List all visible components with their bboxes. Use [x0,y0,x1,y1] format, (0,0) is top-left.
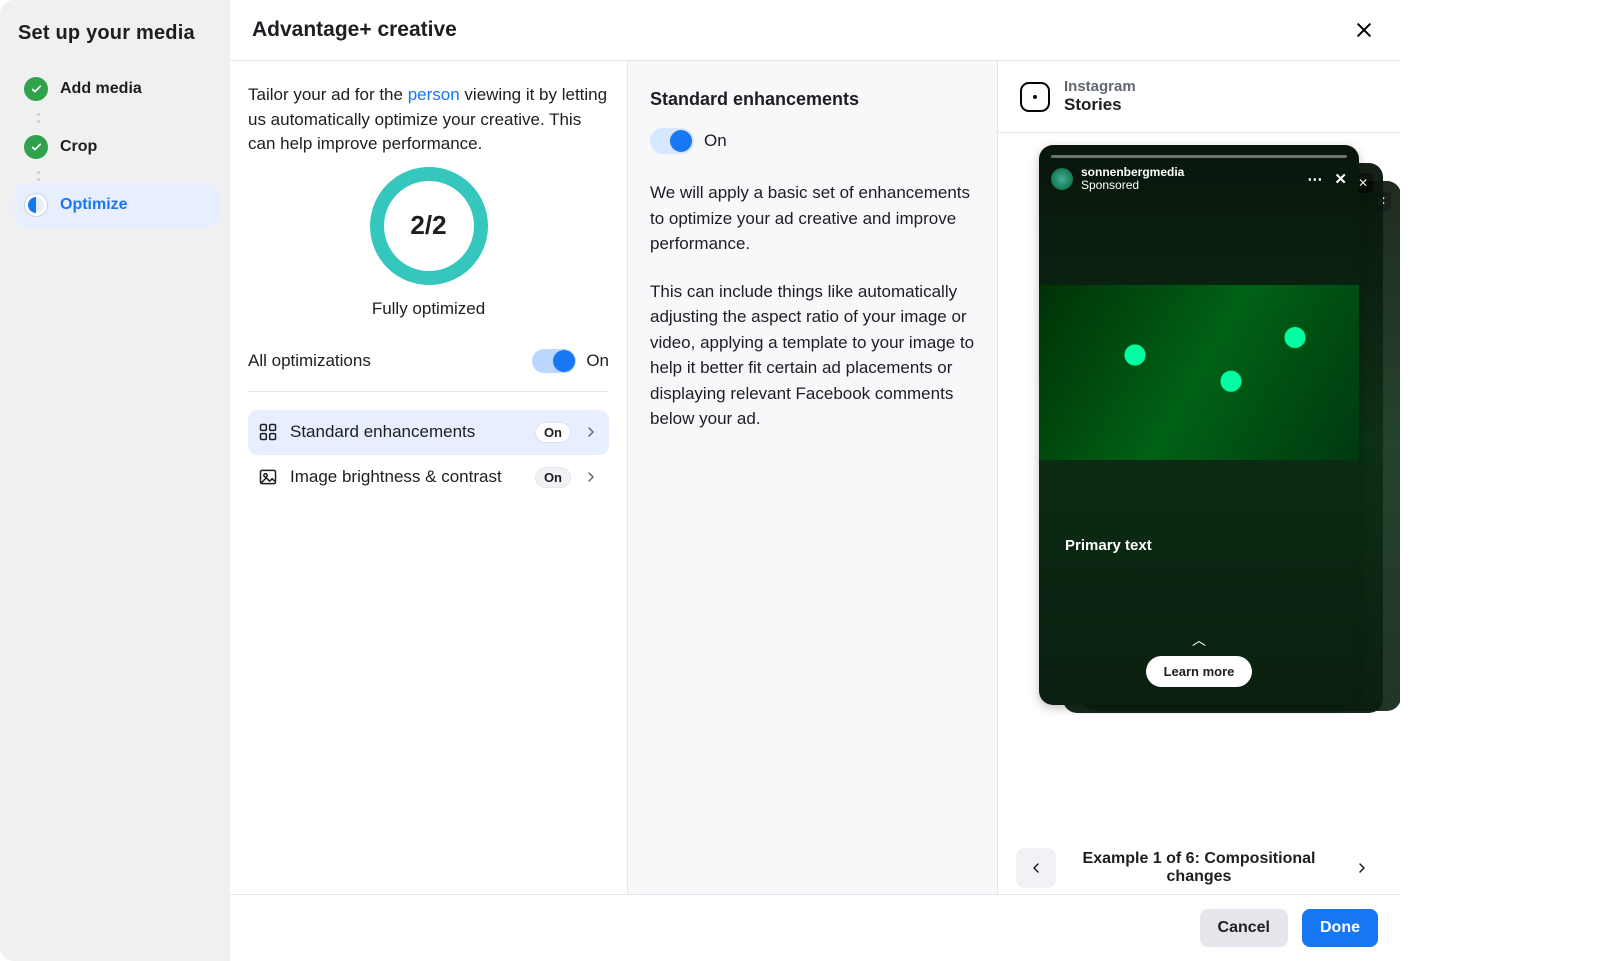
chevron-right-icon [583,469,599,485]
progress-caption: Fully optimized [248,299,609,319]
detail-toggle[interactable] [650,128,694,154]
chevron-right-icon [1354,860,1370,876]
instagram-icon [1020,82,1050,112]
close-button[interactable] [1350,16,1378,44]
preview-placement: Stories [1064,96,1136,115]
chevron-right-icon [583,424,599,440]
opt-standard-enhancements[interactable]: Standard enhancements On [248,410,609,455]
story-primary-text: Primary text [1065,537,1152,554]
step-crop[interactable]: Crop [14,125,220,169]
step-label: Optimize [60,196,128,214]
preview-next-button[interactable] [1342,848,1382,888]
opt-state-pill: On [535,467,571,488]
cancel-button[interactable]: Cancel [1200,909,1288,947]
image-icon [258,467,278,487]
half-circle-icon [24,193,48,217]
avatar [1051,168,1073,190]
story-image [1039,285,1359,460]
modal-header: Advantage+ creative [230,0,1400,61]
step-connector [36,111,40,125]
opt-label: Image brightness & contrast [290,467,523,487]
preview-caption: Example 1 of 6: Compositional changes [1066,850,1332,886]
opt-label: Standard enhancements [290,422,523,442]
detail-paragraph: This can include things like automatical… [650,279,975,432]
step-optimize[interactable]: Optimize [14,183,220,227]
preview-panel: Instagram Stories ✕ ✕ [998,61,1400,894]
grid-icon [258,422,278,442]
preview-card-front: sonnenbergmediaSponsored ⋯ ✕ Primary tex… [1039,145,1359,705]
preview-platform: Instagram [1064,79,1136,96]
done-button[interactable]: Done [1302,909,1378,947]
detail-paragraph: We will apply a basic set of enhancement… [650,180,975,257]
chevron-up-icon: ︿ [1039,630,1359,650]
story-account: sonnenbergmediaSponsored [1081,166,1184,192]
check-icon [24,77,48,101]
close-icon [1354,20,1374,40]
step-label: Add media [60,80,142,98]
opt-state-pill: On [535,422,571,443]
step-label: Crop [60,138,97,156]
chevron-left-icon [1028,860,1044,876]
story-cta-button: Learn more [1146,656,1253,687]
all-optimizations-state: On [586,351,609,371]
person-link[interactable]: person [408,85,460,104]
enhancement-detail-panel: Standard enhancements On We will apply a… [628,61,998,894]
modal-footer: Cancel Done [230,894,1400,961]
modal-title: Advantage+ creative [252,18,457,42]
sidebar-title: Set up your media [14,22,220,45]
more-icon: ⋯ [1307,170,1322,188]
progress-value: 2/2 [410,210,446,241]
detail-toggle-state: On [704,131,727,151]
intro-text: Tailor your ad for the person viewing it… [248,83,609,157]
progress-ring: 2/2 [370,167,488,285]
optimize-panel: Tailor your ad for the person viewing it… [230,61,628,894]
opt-image-brightness-contrast[interactable]: Image brightness & contrast On [248,455,609,500]
preview-prev-button[interactable] [1016,848,1056,888]
step-connector [36,169,40,183]
sidebar: Set up your media Add media Crop Optimiz… [0,0,230,961]
check-icon [24,135,48,159]
close-icon: ✕ [1334,170,1347,188]
story-progress [1051,155,1347,158]
all-optimizations-label: All optimizations [248,351,371,371]
preview-stack: ✕ ✕ sonnenbergmediaSponsore [1039,145,1359,715]
all-optimizations-toggle[interactable] [532,349,576,373]
step-add-media[interactable]: Add media [14,67,220,111]
detail-title: Standard enhancements [650,89,975,110]
